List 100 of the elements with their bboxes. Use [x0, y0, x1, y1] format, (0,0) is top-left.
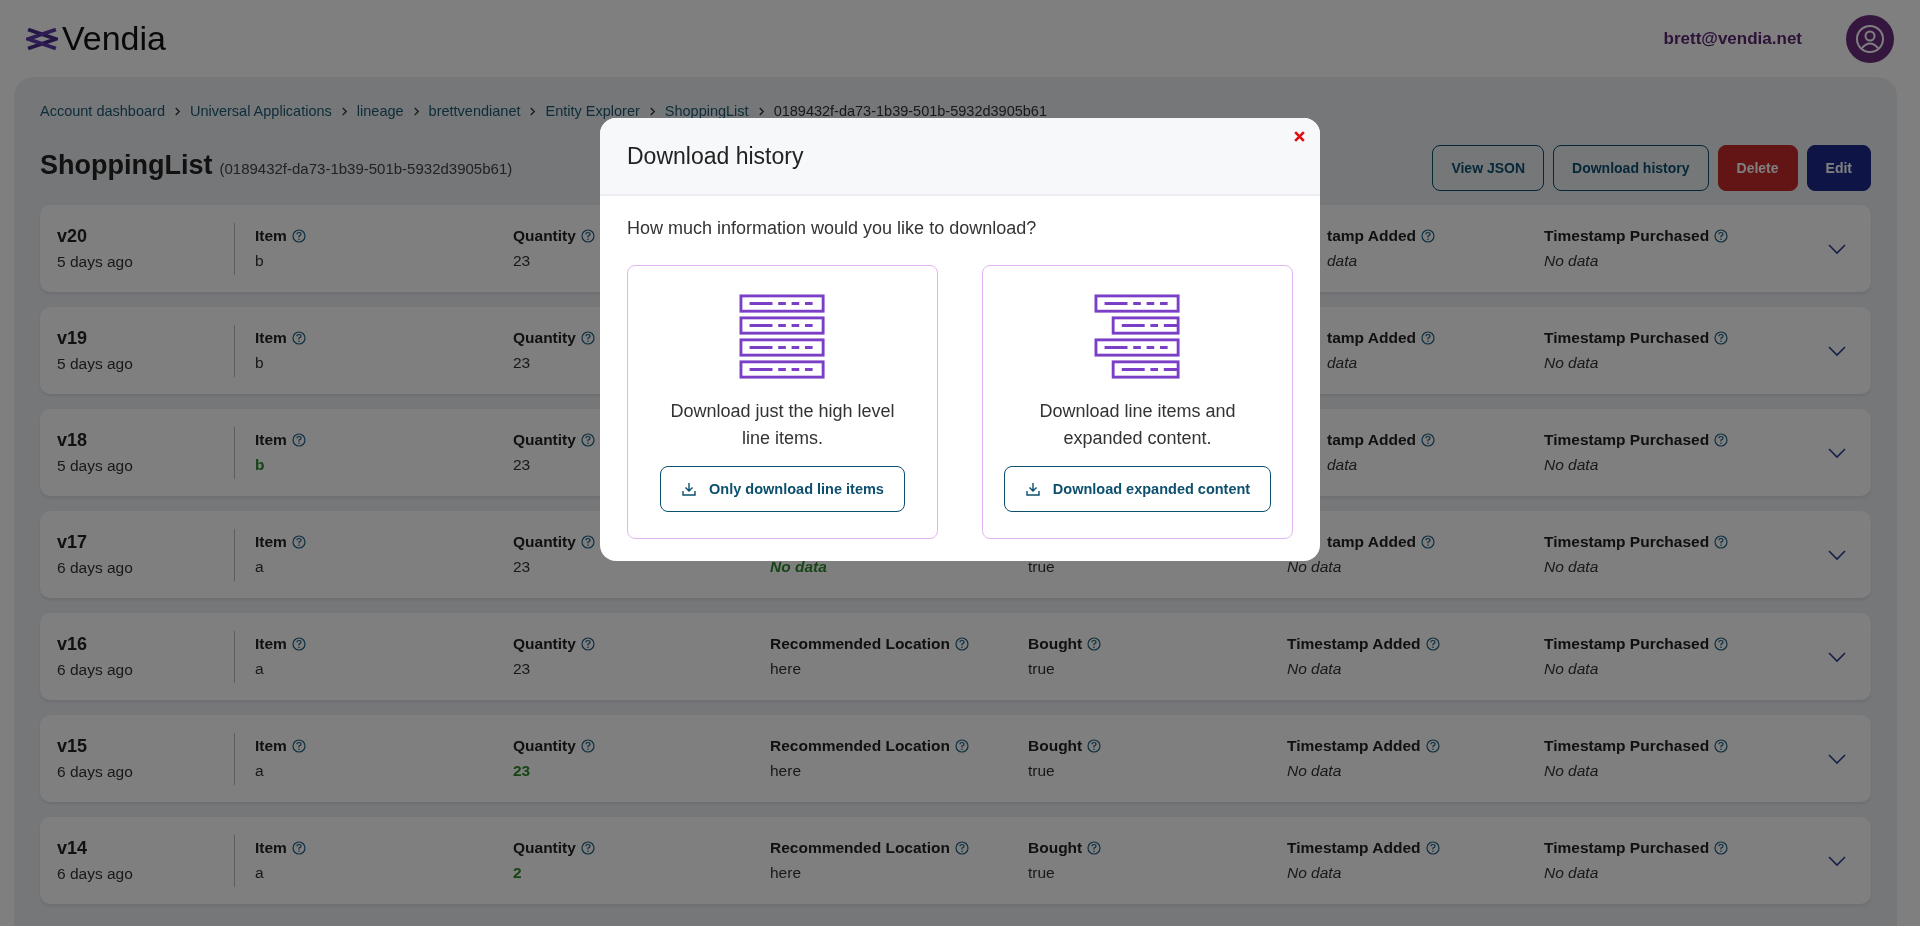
help-icon[interactable]: [580, 841, 595, 855]
chevron-down-icon[interactable]: [1826, 854, 1847, 867]
field-value: No data: [1544, 456, 1599, 474]
help-icon[interactable]: [955, 739, 969, 753]
breadcrumb-current: 0189432f-da73-1b39-501b-5932d3905b61: [773, 103, 1047, 119]
help-icon[interactable]: [291, 739, 306, 753]
version-label: v16: [57, 634, 89, 655]
field-label: Timestamp Purchased: [1544, 737, 1710, 755]
field-value: No data: [1544, 558, 1599, 576]
help-icon[interactable]: [1425, 637, 1440, 651]
help-icon[interactable]: [580, 331, 595, 345]
chevron-down-icon[interactable]: [1826, 752, 1847, 765]
action-button[interactable]: Download history: [1553, 145, 1709, 191]
help-icon[interactable]: [291, 433, 306, 447]
help-icon[interactable]: [955, 841, 969, 855]
help-icon[interactable]: [580, 739, 595, 753]
help-icon[interactable]: [291, 841, 306, 855]
chevron-down-icon[interactable]: [1826, 548, 1847, 561]
help-icon[interactable]: [580, 433, 595, 447]
field-label: Timestamp Purchased: [1544, 431, 1710, 449]
help-icon[interactable]: [1425, 841, 1440, 855]
breadcrumb-link[interactable]: lineage: [356, 103, 404, 119]
field-value: data: [1327, 252, 1358, 270]
version-label: v20: [57, 226, 89, 247]
field-label: Quantity: [513, 533, 576, 551]
help-icon[interactable]: [1421, 331, 1435, 345]
field-label: tamp Added: [1327, 329, 1416, 347]
download-button[interactable]: Download expanded content: [1003, 466, 1272, 512]
help-icon[interactable]: [1421, 535, 1435, 549]
field-value: No data: [1287, 762, 1342, 780]
breadcrumb-link[interactable]: Entity Explorer: [545, 103, 640, 119]
help-icon[interactable]: [1421, 433, 1435, 447]
help-icon[interactable]: [291, 637, 306, 651]
breadcrumb-link[interactable]: Universal Applications: [189, 103, 332, 119]
field-value: b: [255, 354, 264, 372]
field-value: here: [770, 864, 802, 882]
download-button[interactable]: Only download line items: [660, 466, 905, 512]
help-icon[interactable]: [955, 637, 969, 651]
field-label: Item: [255, 737, 287, 755]
field-value: 23: [513, 354, 531, 372]
field-label: tamp Added: [1327, 227, 1416, 245]
field-value: data: [1327, 456, 1358, 474]
help-icon[interactable]: [291, 535, 306, 549]
help-icon[interactable]: [291, 331, 306, 345]
field-label: Recommended Location: [770, 635, 950, 653]
field-label: Timestamp Purchased: [1544, 329, 1710, 347]
chevron-down-icon[interactable]: [1826, 242, 1847, 255]
help-icon[interactable]: [291, 229, 306, 243]
field-value: No data: [1544, 660, 1599, 678]
help-icon[interactable]: [580, 229, 595, 243]
field-value: true: [1028, 558, 1055, 576]
field-value: No data: [1544, 864, 1599, 882]
field-label: Recommended Location: [770, 737, 950, 755]
help-icon[interactable]: [1714, 331, 1729, 345]
server-stack-icon: [1092, 294, 1183, 380]
field-value: No data: [1544, 762, 1599, 780]
field-value: here: [770, 660, 802, 678]
help-icon[interactable]: [1087, 841, 1102, 855]
help-icon[interactable]: [1714, 841, 1729, 855]
field-label: Item: [255, 431, 287, 449]
help-icon[interactable]: [1421, 229, 1435, 243]
field-value: b: [255, 456, 265, 474]
field-label: Recommended Location: [770, 839, 950, 857]
help-icon[interactable]: [1714, 637, 1729, 651]
help-icon[interactable]: [1714, 433, 1729, 447]
action-button[interactable]: Delete: [1717, 145, 1798, 191]
breadcrumb-link[interactable]: brettvendianet: [428, 103, 521, 119]
field-label: Timestamp Purchased: [1544, 227, 1710, 245]
help-icon[interactable]: [580, 535, 595, 549]
version-age: 6 days ago: [57, 661, 134, 679]
field-value: true: [1028, 762, 1055, 780]
help-icon[interactable]: [1714, 739, 1729, 753]
logo-icon: [26, 25, 58, 52]
version-label: v18: [57, 430, 89, 451]
help-icon[interactable]: [1087, 637, 1102, 651]
field-label: Item: [255, 533, 287, 551]
field-label: Item: [255, 635, 287, 653]
action-button[interactable]: View JSON: [1432, 145, 1545, 191]
help-icon[interactable]: [1714, 535, 1729, 549]
chevron-down-icon[interactable]: [1826, 650, 1847, 663]
avatar-icon[interactable]: [1846, 14, 1894, 63]
help-icon[interactable]: [1714, 229, 1729, 243]
close-icon[interactable]: [1293, 130, 1306, 143]
breadcrumb-link[interactable]: ShoppingList: [664, 103, 749, 119]
dialog-title: Download history: [627, 142, 804, 170]
field-label: Bought: [1028, 737, 1083, 755]
action-button[interactable]: Edit: [1806, 145, 1871, 191]
help-icon[interactable]: [1087, 739, 1102, 753]
breadcrumb-link[interactable]: Account dashboard: [40, 103, 165, 119]
help-icon[interactable]: [1425, 739, 1440, 753]
version-age: 6 days ago: [57, 559, 134, 577]
field-value: a: [255, 762, 264, 780]
field-label: Quantity: [513, 737, 576, 755]
chevron-down-icon[interactable]: [1826, 446, 1847, 459]
field-value: 23: [513, 762, 531, 780]
help-icon[interactable]: [580, 637, 595, 651]
field-value: a: [255, 558, 264, 576]
chevron-down-icon[interactable]: [1826, 344, 1847, 357]
chevron-right-icon: [412, 105, 420, 117]
field-label: tamp Added: [1327, 533, 1416, 551]
